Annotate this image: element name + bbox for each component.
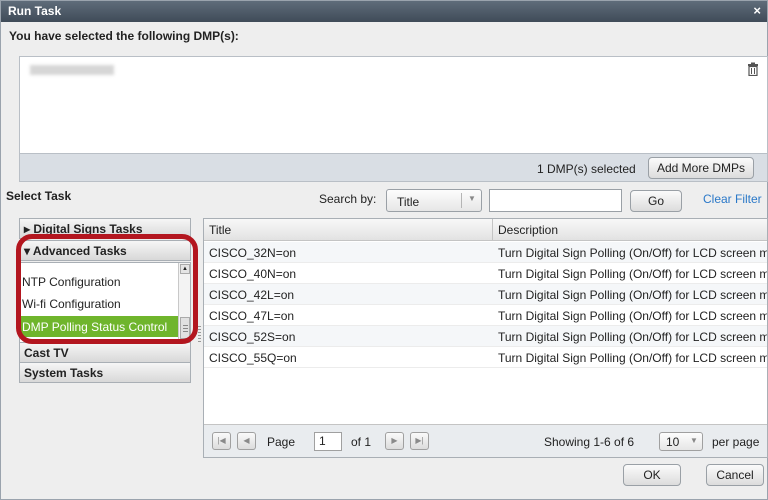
row-description: Turn Digital Sign Polling (On/Off) for L… bbox=[498, 351, 767, 365]
row-title: CISCO_42L=on bbox=[209, 288, 295, 302]
dmp-selected-count: 1 DMP(s) selected bbox=[537, 162, 636, 176]
digital-signs-tasks-header[interactable]: ▸ Digital Signs Tasks bbox=[19, 218, 191, 239]
trash-icon[interactable] bbox=[747, 62, 759, 76]
select-divider bbox=[461, 193, 462, 208]
table-row[interactable]: CISCO_42L=on Turn Digital Sign Polling (… bbox=[204, 284, 767, 305]
system-tasks-label: System Tasks bbox=[24, 366, 104, 380]
panel-splitter[interactable] bbox=[198, 326, 201, 344]
digital-signs-tasks-label: ▸ Digital Signs Tasks bbox=[24, 222, 143, 236]
run-task-dialog: Run Task × You have selected the followi… bbox=[0, 0, 768, 500]
row-title: CISCO_40N=on bbox=[209, 267, 297, 281]
page-total-label: of 1 bbox=[351, 435, 372, 449]
search-by-label: Search by: bbox=[319, 192, 377, 206]
row-title: CISCO_55Q=on bbox=[209, 351, 297, 365]
row-title: CISCO_32N=on bbox=[209, 246, 297, 260]
dialog-title: Run Task bbox=[8, 4, 62, 18]
page-label: Page bbox=[267, 435, 296, 449]
clear-filter-link[interactable]: Clear Filter bbox=[703, 192, 762, 206]
go-button[interactable]: Go bbox=[630, 190, 682, 212]
per-page-select[interactable]: 10 ▼ bbox=[659, 432, 703, 451]
selected-dmps-label: You have selected the following DMP(s): bbox=[9, 29, 239, 43]
scroll-up-icon[interactable]: ▲ bbox=[180, 264, 190, 274]
table-row[interactable]: CISCO_40N=on Turn Digital Sign Polling (… bbox=[204, 263, 767, 284]
close-icon[interactable]: × bbox=[753, 3, 761, 18]
task-category-panel: ▸ Digital Signs Tasks ▾ Advanced Tasks N… bbox=[19, 218, 191, 383]
row-description: Turn Digital Sign Polling (On/Off) for L… bbox=[498, 330, 767, 344]
table-row[interactable]: CISCO_52S=on Turn Digital Sign Polling (… bbox=[204, 326, 767, 347]
selected-dmp-item[interactable] bbox=[30, 65, 114, 75]
page-number-input[interactable]: 1 bbox=[314, 432, 342, 451]
cast-tv-header[interactable]: Cast TV bbox=[19, 342, 191, 363]
chevron-down-icon: ▼ bbox=[690, 436, 698, 445]
list-item-wifi-configuration[interactable]: Wi-fi Configuration bbox=[20, 293, 180, 314]
advanced-tasks-header[interactable]: ▾ Advanced Tasks bbox=[19, 240, 191, 261]
list-item-label: NTP Configuration bbox=[22, 275, 121, 289]
system-tasks-header[interactable]: System Tasks bbox=[19, 362, 191, 383]
advanced-tasks-list: NTP Configuration Wi-fi Configuration DM… bbox=[19, 262, 191, 346]
scrollbar-thumb[interactable] bbox=[180, 317, 190, 339]
row-description: Turn Digital Sign Polling (On/Off) for L… bbox=[498, 288, 767, 302]
advanced-tasks-label: ▾ Advanced Tasks bbox=[24, 244, 127, 258]
pagination-bar: |◀ ◀ Page 1 of 1 ▶ ▶| Showing 1-6 of 6 1… bbox=[204, 424, 767, 457]
column-header-description[interactable]: Description bbox=[498, 223, 558, 237]
previous-page-icon[interactable]: ◀ bbox=[237, 432, 256, 450]
task-grid: Title Description CISCO_32N=on Turn Digi… bbox=[203, 218, 768, 458]
list-item-label: DMP Polling Status Control bbox=[22, 320, 168, 334]
row-description: Turn Digital Sign Polling (On/Off) for L… bbox=[498, 309, 767, 323]
select-task-heading: Select Task bbox=[6, 189, 72, 203]
search-field-value: Title bbox=[397, 195, 420, 209]
list-item-ntp-configuration[interactable]: NTP Configuration bbox=[20, 271, 180, 292]
row-title: CISCO_47L=on bbox=[209, 309, 295, 323]
search-field-select[interactable]: Title ▼ bbox=[386, 189, 482, 212]
per-page-label: per page bbox=[712, 435, 760, 449]
per-page-value: 10 bbox=[666, 435, 680, 449]
list-scrollbar[interactable]: ▲ bbox=[178, 263, 190, 345]
row-title: CISCO_52S=on bbox=[209, 330, 296, 344]
selected-dmps-list bbox=[19, 56, 768, 154]
search-input[interactable] bbox=[489, 189, 622, 212]
list-item-label: Wi-fi Configuration bbox=[22, 297, 121, 311]
next-page-icon[interactable]: ▶ bbox=[385, 432, 404, 450]
table-row[interactable]: CISCO_32N=on Turn Digital Sign Polling (… bbox=[204, 242, 767, 263]
column-divider bbox=[492, 219, 493, 241]
ok-button[interactable]: OK bbox=[623, 464, 681, 486]
chevron-down-icon: ▼ bbox=[468, 194, 476, 203]
row-description: Turn Digital Sign Polling (On/Off) for L… bbox=[498, 246, 767, 260]
first-page-icon[interactable]: |◀ bbox=[212, 432, 231, 450]
table-row[interactable]: CISCO_55Q=on Turn Digital Sign Polling (… bbox=[204, 347, 767, 368]
cancel-button[interactable]: Cancel bbox=[706, 464, 764, 486]
dialog-title-bar: Run Task × bbox=[1, 1, 767, 22]
last-page-icon[interactable]: ▶| bbox=[410, 432, 429, 450]
table-row[interactable]: CISCO_47L=on Turn Digital Sign Polling (… bbox=[204, 305, 767, 326]
grid-header: Title Description bbox=[204, 219, 767, 241]
add-more-dmps-button[interactable]: Add More DMPs bbox=[648, 157, 754, 179]
list-item-dmp-polling-status-control[interactable]: DMP Polling Status Control bbox=[20, 316, 180, 337]
row-description: Turn Digital Sign Polling (On/Off) for L… bbox=[498, 267, 767, 281]
showing-count: Showing 1-6 of 6 bbox=[544, 435, 635, 449]
selected-dmps-footer: 1 DMP(s) selected Add More DMPs bbox=[19, 154, 768, 182]
cast-tv-label: Cast TV bbox=[24, 346, 69, 360]
column-header-title[interactable]: Title bbox=[209, 223, 231, 237]
